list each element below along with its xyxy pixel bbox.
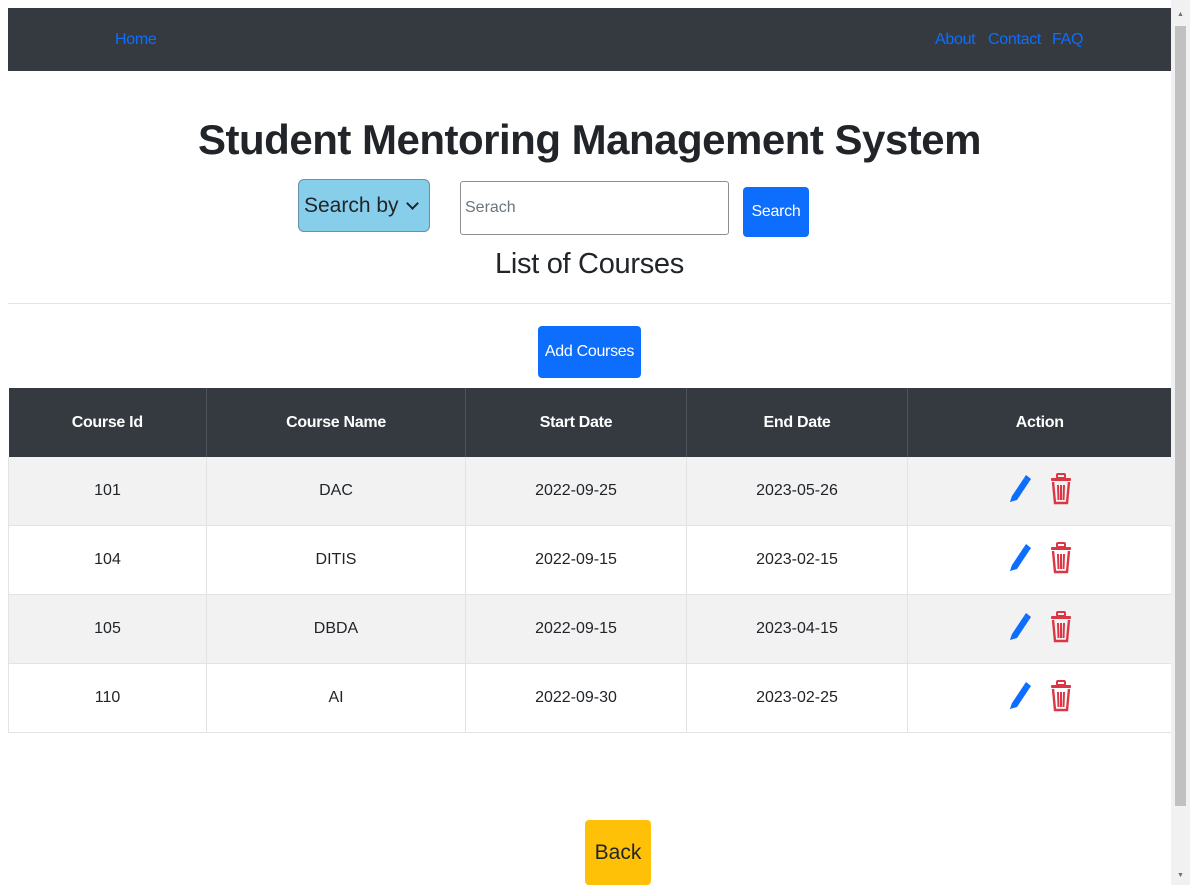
page-title: Student Mentoring Management System xyxy=(198,116,981,163)
cell-start-date: 2022-09-15 xyxy=(465,594,687,664)
divider xyxy=(8,303,1171,304)
table-row: 104 DITIS 2022-09-15 2023-02-15 xyxy=(8,525,1171,595)
cell-course-id: 105 xyxy=(8,594,207,664)
scroll-up-arrow-icon[interactable]: ▲ xyxy=(1171,4,1190,24)
table-header-row: Course Id Course Name Start Date End Dat… xyxy=(8,388,1171,457)
cell-action xyxy=(907,594,1171,664)
cell-course-name: DBDA xyxy=(206,594,466,664)
courses-table: Course Id Course Name Start Date End Dat… xyxy=(8,388,1171,733)
cell-end-date: 2023-02-15 xyxy=(686,525,908,595)
cell-action xyxy=(907,525,1171,595)
chevron-down-icon xyxy=(406,196,419,210)
cell-course-id: 104 xyxy=(8,525,207,595)
column-header-action: Action xyxy=(907,388,1171,457)
search-by-selected-value: Search by xyxy=(304,193,399,217)
column-header-end-date: End Date xyxy=(686,388,908,457)
cell-course-name: AI xyxy=(206,663,466,733)
cell-end-date: 2023-02-25 xyxy=(686,663,908,733)
column-header-course-name: Course Name xyxy=(206,388,466,457)
back-button[interactable]: Back xyxy=(585,820,651,885)
vertical-scrollbar[interactable]: ▲ ▼ xyxy=(1171,0,1190,885)
cell-start-date: 2022-09-30 xyxy=(465,663,687,733)
trash-icon[interactable] xyxy=(1048,679,1074,713)
cell-end-date: 2023-05-26 xyxy=(686,457,908,526)
nav-faq-link[interactable]: FAQ xyxy=(1052,30,1083,50)
nav-about-link[interactable]: About xyxy=(935,30,976,50)
nav-contact-link[interactable]: Contact xyxy=(988,30,1041,50)
table-row: 105 DBDA 2022-09-15 2023-04-15 xyxy=(8,594,1171,664)
search-by-select[interactable]: Search by xyxy=(298,179,430,232)
section-title: List of Courses xyxy=(495,248,684,280)
cell-course-name: DITIS xyxy=(206,525,466,595)
cell-action xyxy=(907,663,1171,733)
column-header-course-id: Course Id xyxy=(8,388,207,457)
cell-course-id: 110 xyxy=(8,663,207,733)
table-row: 101 DAC 2022-09-25 2023-05-26 xyxy=(8,457,1171,526)
scrollbar-thumb[interactable] xyxy=(1175,26,1186,806)
cell-start-date: 2022-09-15 xyxy=(465,525,687,595)
table-row: 110 AI 2022-09-30 2023-02-25 xyxy=(8,663,1171,733)
trash-icon[interactable] xyxy=(1048,610,1074,644)
navbar: Home About Contact FAQ xyxy=(8,8,1171,71)
pencil-icon[interactable] xyxy=(1006,541,1032,575)
trash-icon[interactable] xyxy=(1048,472,1074,506)
search-input[interactable] xyxy=(460,181,729,235)
cell-course-name: DAC xyxy=(206,457,466,526)
pencil-icon[interactable] xyxy=(1006,610,1032,644)
scroll-down-arrow-icon[interactable]: ▼ xyxy=(1171,865,1190,885)
add-courses-button[interactable]: Add Courses xyxy=(538,326,641,378)
cell-action xyxy=(907,457,1171,526)
pencil-icon[interactable] xyxy=(1006,679,1032,713)
trash-icon[interactable] xyxy=(1048,541,1074,575)
pencil-icon[interactable] xyxy=(1006,472,1032,506)
cell-start-date: 2022-09-25 xyxy=(465,457,687,526)
search-button[interactable]: Search xyxy=(743,187,809,237)
column-header-start-date: Start Date xyxy=(465,388,687,457)
cell-course-id: 101 xyxy=(8,457,207,526)
page: Home About Contact FAQ Student Mentoring… xyxy=(8,8,1171,885)
cell-end-date: 2023-04-15 xyxy=(686,594,908,664)
nav-home-link[interactable]: Home xyxy=(115,30,157,50)
